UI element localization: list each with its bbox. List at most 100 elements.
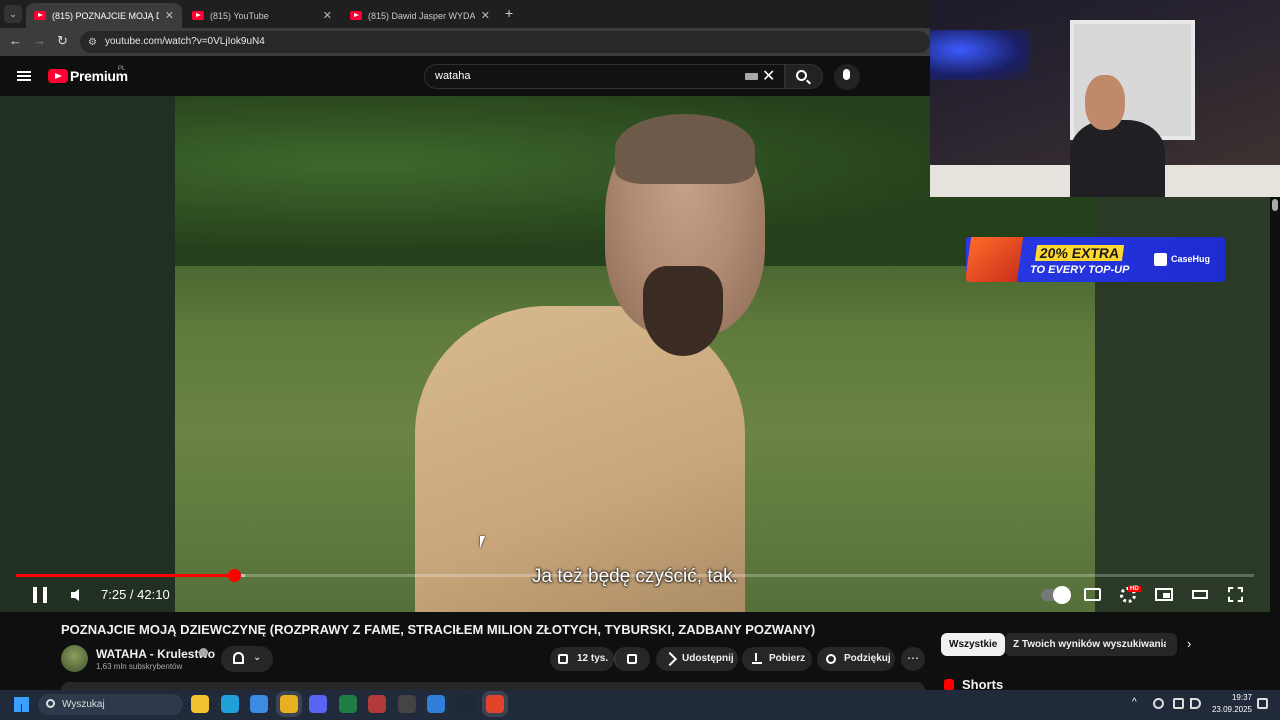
region-code: PL bbox=[118, 66, 126, 72]
tab-label: (815) Dawid Jasper WYDAJĄ M bbox=[368, 10, 475, 21]
tab-close-icon[interactable]: ✕ bbox=[165, 9, 174, 22]
tab-label: (815) POZNAJCIE MOJĄ DZ bbox=[52, 10, 159, 21]
youtube-logo-icon[interactable] bbox=[48, 69, 68, 83]
ad-banner[interactable]: 20% EXTRA TO EVERY TOP-UP CaseHug bbox=[966, 237, 1225, 282]
streamer-face bbox=[1085, 75, 1125, 130]
tray-overflow-icon[interactable]: ^ bbox=[1132, 697, 1137, 708]
chevron-right-icon[interactable]: › bbox=[1187, 636, 1191, 651]
file-explorer-icon[interactable] bbox=[191, 695, 209, 713]
tab-label: (815) YouTube bbox=[210, 10, 269, 21]
youtube-header: Premium PL wataha bbox=[0, 56, 930, 96]
browser-tab-active[interactable]: (815) POZNAJCIE MOJĄ DZ ✕ bbox=[26, 3, 182, 28]
ad-headline: 20% EXTRA bbox=[1034, 245, 1125, 261]
subtitles-icon[interactable] bbox=[1084, 588, 1101, 601]
menu-icon[interactable] bbox=[17, 71, 31, 81]
excel-icon[interactable] bbox=[338, 695, 357, 713]
person-beard bbox=[643, 266, 723, 356]
notifications-icon[interactable] bbox=[1257, 698, 1268, 709]
webcam-blue-light bbox=[930, 30, 1030, 80]
thanks-button[interactable]: Podziękuj bbox=[817, 647, 895, 671]
autoplay-toggle[interactable] bbox=[1041, 586, 1071, 604]
search-icon bbox=[46, 699, 55, 708]
download-icon bbox=[752, 653, 762, 664]
new-tab-button[interactable]: + bbox=[505, 5, 513, 21]
verified-icon bbox=[199, 648, 208, 657]
clear-search-icon[interactable]: ✕ bbox=[762, 66, 775, 86]
youtube-favicon-icon bbox=[34, 11, 46, 20]
thumbs-up-icon bbox=[558, 654, 568, 664]
app-icon[interactable] bbox=[368, 695, 386, 713]
progress-scrubber[interactable] bbox=[227, 569, 241, 582]
volume-icon[interactable] bbox=[71, 589, 79, 601]
tab-close-icon[interactable]: ✕ bbox=[481, 9, 490, 22]
bell-icon[interactable] bbox=[233, 652, 244, 664]
streamer-shirt bbox=[1070, 120, 1165, 197]
thanks-label: Podziękuj bbox=[844, 653, 891, 664]
reload-icon[interactable]: ↻ bbox=[57, 33, 68, 49]
like-count: 12 tys. bbox=[577, 653, 609, 664]
webcam-overlay bbox=[930, 0, 1280, 197]
site-info-icon[interactable]: ⚙ bbox=[88, 37, 97, 48]
casehug-logo-icon bbox=[1154, 253, 1167, 266]
store-icon[interactable] bbox=[250, 695, 268, 713]
microphone-icon[interactable] bbox=[843, 69, 850, 80]
channel-avatar[interactable] bbox=[61, 645, 88, 672]
chip-from-search[interactable]: Z Twoich wyników wyszukiwania bbox=[1005, 633, 1177, 656]
edge-icon[interactable] bbox=[220, 695, 239, 713]
url-field[interactable]: youtube.com/watch?v=0VLjIok9uN4 bbox=[80, 31, 930, 53]
tab-list-button[interactable]: ⌄ bbox=[4, 5, 22, 23]
pause-icon[interactable] bbox=[33, 587, 47, 603]
miniplayer-icon[interactable] bbox=[1155, 588, 1173, 601]
chrome-icon[interactable] bbox=[275, 691, 302, 717]
tab-close-icon[interactable]: ✕ bbox=[323, 9, 332, 22]
mouse-cursor-icon bbox=[480, 536, 485, 548]
share-button[interactable]: Udostępnij bbox=[656, 647, 738, 671]
app2-icon[interactable] bbox=[427, 695, 445, 713]
taskbar-search[interactable]: Wyszukaj bbox=[38, 694, 183, 715]
channel-name[interactable]: WATAHA - Krulestwo bbox=[96, 647, 215, 661]
download-button[interactable]: Pobierz bbox=[742, 647, 812, 671]
dislike-button[interactable] bbox=[614, 647, 650, 671]
video-title: POZNAJCIE MOJĄ DZIEWCZYNĘ (ROZPRAWY Z FA… bbox=[61, 622, 816, 637]
search-input[interactable]: wataha bbox=[424, 64, 785, 89]
address-bar: ← → ↻ youtube.com/watch?v=0VLjIok9uN4 bbox=[0, 28, 930, 56]
subscriber-count: 1,63 mln subskrybentów bbox=[96, 662, 183, 671]
webcam-streamer bbox=[1070, 75, 1175, 197]
scrollbar[interactable] bbox=[1270, 197, 1280, 690]
thumbs-down-icon bbox=[627, 654, 637, 664]
like-button[interactable]: 12 tys. bbox=[550, 647, 614, 671]
browser-tab[interactable]: (815) YouTube ✕ bbox=[184, 3, 340, 28]
hd-badge: HD bbox=[1128, 586, 1141, 592]
clock-time[interactable]: 19:37 bbox=[1210, 693, 1252, 702]
app3-icon[interactable] bbox=[482, 691, 508, 717]
obs-icon[interactable] bbox=[397, 695, 416, 713]
share-label: Udostępnij bbox=[682, 653, 734, 664]
progress-bar[interactable] bbox=[16, 569, 1254, 582]
time-display: 7:25 / 42:10 bbox=[101, 587, 170, 602]
search-icon[interactable] bbox=[796, 70, 807, 81]
browser-tab[interactable]: (815) Dawid Jasper WYDAJĄ M ✕ bbox=[342, 3, 498, 28]
chip-all[interactable]: Wszystkie bbox=[941, 633, 1006, 656]
steam-icon[interactable] bbox=[456, 695, 475, 713]
speaker-icon[interactable] bbox=[1190, 698, 1201, 709]
more-actions-button[interactable]: ⋯ bbox=[901, 647, 925, 671]
back-icon[interactable]: ← bbox=[9, 33, 22, 48]
description-box[interactable] bbox=[61, 682, 925, 690]
chip-partial[interactable] bbox=[1166, 633, 1176, 656]
keyboard-icon[interactable] bbox=[745, 73, 758, 80]
chevron-down-icon[interactable]: ⌄ bbox=[253, 652, 261, 663]
scrollbar-thumb[interactable] bbox=[1272, 199, 1278, 211]
youtube-favicon-icon bbox=[350, 11, 362, 20]
windows-start-icon[interactable] bbox=[14, 697, 29, 712]
clock-date[interactable]: 23.09.2025 bbox=[1206, 705, 1252, 714]
notifications-button[interactable] bbox=[221, 646, 273, 672]
progress-played bbox=[16, 574, 234, 577]
network-icon[interactable] bbox=[1173, 698, 1184, 709]
discord-icon[interactable] bbox=[309, 695, 327, 713]
theater-mode-icon[interactable] bbox=[1192, 590, 1208, 599]
person-hair bbox=[615, 114, 755, 184]
youtube-favicon-icon bbox=[192, 11, 204, 20]
forward-icon[interactable]: → bbox=[33, 33, 46, 48]
microphone-tray-icon[interactable] bbox=[1153, 698, 1164, 709]
browser-tab-strip: ⌄ (815) POZNAJCIE MOJĄ DZ ✕ (815) YouTub… bbox=[0, 0, 930, 28]
